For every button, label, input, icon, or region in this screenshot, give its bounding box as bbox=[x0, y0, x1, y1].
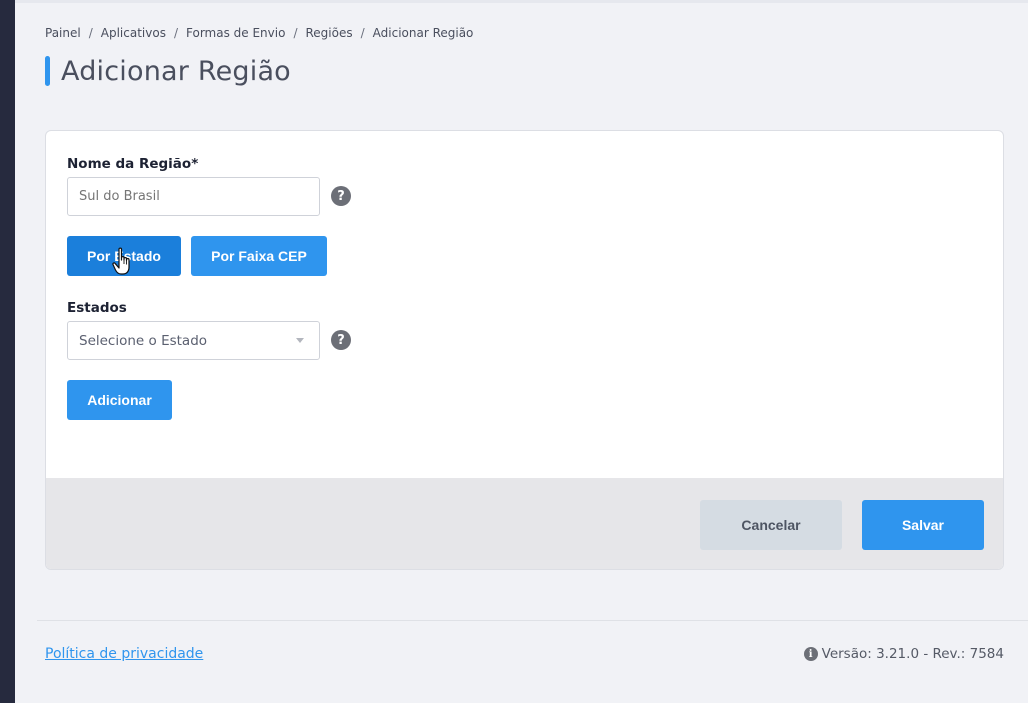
title-accent-bar bbox=[45, 56, 50, 86]
by-cep-range-button[interactable]: Por Faixa CEP bbox=[191, 236, 327, 276]
region-name-input[interactable] bbox=[67, 177, 320, 216]
cancel-button[interactable]: Cancelar bbox=[700, 500, 842, 550]
page-title: Adicionar Região bbox=[61, 55, 291, 87]
state-select[interactable]: Selecione o Estado bbox=[67, 321, 320, 360]
breadcrumb-item-formas-de-envio[interactable]: Formas de Envio bbox=[186, 26, 285, 40]
form-actions-bar: Cancelar Salvar bbox=[46, 478, 1003, 569]
footer-divider bbox=[37, 620, 1028, 621]
privacy-policy-link[interactable]: Política de privacidade bbox=[45, 646, 203, 662]
help-icon[interactable]: ? bbox=[331, 186, 351, 206]
breadcrumb-separator: / bbox=[293, 26, 298, 40]
add-state-button[interactable]: Adicionar bbox=[67, 380, 172, 420]
breadcrumb: Painel / Aplicativos / Formas de Envio /… bbox=[45, 26, 473, 40]
top-bar bbox=[15, 0, 1028, 3]
save-button[interactable]: Salvar bbox=[862, 500, 984, 550]
breadcrumb-item-painel[interactable]: Painel bbox=[45, 26, 81, 40]
info-icon: i bbox=[803, 647, 818, 661]
breadcrumb-item-current: Adicionar Região bbox=[372, 26, 474, 40]
region-form-card: Nome da Região* ? Por Estado Por Faixa C… bbox=[45, 130, 1004, 570]
state-select-placeholder: Selecione o Estado bbox=[79, 332, 208, 349]
breadcrumb-separator: / bbox=[88, 26, 93, 40]
help-icon[interactable]: ? bbox=[331, 330, 351, 350]
region-name-label: Nome da Região* bbox=[67, 156, 199, 172]
page-header: Adicionar Região bbox=[45, 55, 291, 87]
states-label: Estados bbox=[67, 300, 127, 316]
breadcrumb-item-regioes[interactable]: Regiões bbox=[305, 26, 352, 40]
breadcrumb-separator: / bbox=[360, 26, 365, 40]
breadcrumb-separator: / bbox=[173, 26, 178, 40]
version-info: i Versão: 3.21.0 - Rev.: 7584 bbox=[803, 646, 1004, 662]
version-text: Versão: 3.21.0 - Rev.: 7584 bbox=[821, 646, 1004, 662]
breadcrumb-item-aplicativos[interactable]: Aplicativos bbox=[101, 26, 166, 40]
sidebar-strip bbox=[0, 0, 15, 703]
chevron-down-icon bbox=[296, 338, 304, 343]
by-state-button[interactable]: Por Estado bbox=[67, 236, 181, 276]
